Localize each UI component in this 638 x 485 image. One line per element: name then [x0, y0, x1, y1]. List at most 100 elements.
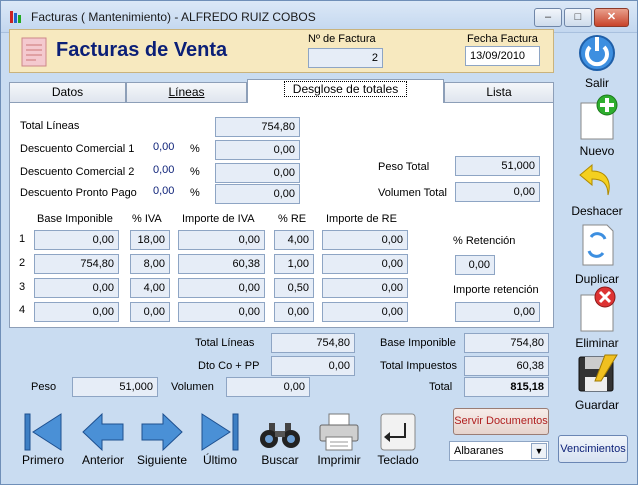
ultimo-label: Último: [202, 453, 237, 467]
printer-icon: [319, 413, 359, 451]
descuento-comercial-2-label: Descuento Comercial 2: [20, 166, 135, 178]
summary-volumen-label: Volumen: [171, 381, 214, 393]
base-imponible-field[interactable]: 0,00: [34, 278, 119, 298]
duplicar-button[interactable]: Duplicar: [567, 221, 627, 286]
summary-impuestos-field[interactable]: 60,38: [464, 356, 549, 376]
base-imponible-field[interactable]: 0,00: [34, 230, 119, 250]
retencion-pct-field[interactable]: 0,00: [455, 255, 495, 275]
descuento-comercial-1-label: Descuento Comercial 1: [20, 143, 135, 155]
invoice-number-label: Nº de Factura: [308, 33, 376, 45]
importe-iva-field[interactable]: 60,38: [178, 254, 265, 274]
summary-peso-label: Peso: [31, 381, 57, 393]
importe-retencion-field[interactable]: 0,00: [455, 302, 540, 322]
tab-lineas[interactable]: Líneas: [126, 82, 247, 102]
app-window: Facturas ( Mantenimiento) - ALFREDO RUIZ…: [0, 0, 638, 485]
col-header-base: Base Imponible: [37, 213, 113, 225]
minimize-button[interactable]: –: [534, 8, 562, 27]
deshacer-label: Deshacer: [571, 204, 623, 218]
summary-total-field[interactable]: 815,18: [464, 377, 549, 397]
buscar-button[interactable]: Buscar: [255, 411, 305, 467]
chevron-down-icon[interactable]: ▼: [531, 443, 547, 459]
maximize-button[interactable]: □: [564, 8, 592, 27]
importe-re-field[interactable]: 0,00: [322, 278, 408, 298]
buscar-label: Buscar: [261, 453, 299, 467]
power-icon: [579, 35, 615, 71]
duplicar-label: Duplicar: [574, 272, 619, 286]
importe-iva-field[interactable]: 0,00: [178, 278, 265, 298]
re-pct-field[interactable]: 4,00: [274, 230, 314, 250]
pct-sign: %: [190, 187, 200, 199]
base-imponible-field[interactable]: 754,80: [34, 254, 119, 274]
save-disk-icon: [578, 354, 618, 392]
row-number: 3: [19, 281, 26, 293]
re-pct-field[interactable]: 0,00: [274, 302, 314, 322]
base-imponible-field[interactable]: 0,00: [34, 302, 119, 322]
total-lineas-field[interactable]: 754,80: [215, 117, 300, 137]
siguiente-label: Siguiente: [136, 453, 188, 467]
re-pct-field[interactable]: 0,50: [274, 278, 314, 298]
tab-lista[interactable]: Lista: [444, 82, 554, 102]
pct-sign: %: [190, 143, 200, 155]
importe-re-field[interactable]: 0,00: [322, 302, 408, 322]
ultimo-button[interactable]: Último: [195, 411, 245, 467]
close-button[interactable]: ✕: [594, 8, 629, 27]
tab-desglose-totales[interactable]: Desglose de totales: [247, 79, 444, 103]
salir-button[interactable]: Salir: [567, 31, 627, 91]
iva-pct-field[interactable]: 4,00: [130, 278, 170, 298]
teclado-button[interactable]: Teclado: [373, 411, 423, 467]
nuevo-button[interactable]: Nuevo: [567, 93, 627, 158]
primero-button[interactable]: Primero: [15, 411, 71, 467]
row-number: 4: [19, 304, 26, 316]
row-number: 2: [19, 257, 26, 269]
summary-dto-field[interactable]: 0,00: [271, 356, 355, 376]
summary-volumen-field[interactable]: 0,00: [226, 377, 310, 397]
documento-select-value: Albaranes: [454, 445, 504, 457]
importe-re-field[interactable]: 0,00: [322, 254, 408, 274]
first-record-icon: [24, 413, 62, 451]
invoice-document-icon: [21, 37, 47, 67]
last-record-icon: [201, 413, 239, 451]
importe-iva-field[interactable]: 0,00: [178, 302, 265, 322]
documento-select[interactable]: Albaranes ▼: [449, 441, 549, 461]
re-pct-field[interactable]: 1,00: [274, 254, 314, 274]
servir-documentos-button[interactable]: Servir Documentos: [453, 408, 549, 435]
nuevo-label: Nuevo: [579, 144, 615, 158]
col-header-importe-re: Importe de RE: [326, 213, 397, 225]
descuento-comercial-2-field[interactable]: 0,00: [215, 163, 300, 183]
descuento-comercial-1-field[interactable]: 0,00: [215, 140, 300, 160]
invoice-number-field[interactable]: 2: [308, 48, 383, 68]
iva-pct-field[interactable]: 18,00: [130, 230, 170, 250]
delete-document-icon: [580, 286, 616, 332]
anterior-button[interactable]: Anterior: [75, 411, 131, 467]
summary-base-field[interactable]: 754,80: [464, 333, 549, 353]
keyboard-enter-key-icon: [380, 413, 416, 451]
descuento-pronto-pago-field[interactable]: 0,00: [215, 184, 300, 204]
summary-total-lineas-label: Total Líneas: [195, 337, 255, 349]
iva-pct-field[interactable]: 0,00: [130, 302, 170, 322]
siguiente-button[interactable]: Siguiente: [133, 411, 191, 467]
volumen-total-field[interactable]: 0,00: [455, 182, 540, 202]
vencimientos-button[interactable]: Vencimientos: [558, 435, 628, 463]
guardar-button[interactable]: Guardar: [567, 351, 627, 413]
imprimir-button[interactable]: Imprimir: [313, 411, 365, 467]
deshacer-button[interactable]: Deshacer: [567, 159, 627, 218]
window-title: Facturas ( Mantenimiento) - ALFREDO RUIZ…: [31, 10, 316, 24]
new-document-icon: [580, 94, 618, 140]
eliminar-button[interactable]: Eliminar: [567, 285, 627, 350]
peso-total-label: Peso Total: [378, 161, 430, 173]
summary-dto-label: Dto Co + PP: [198, 360, 260, 372]
iva-pct-field[interactable]: 8,00: [130, 254, 170, 274]
col-header-re: % RE: [278, 213, 307, 225]
summary-total-lineas-field[interactable]: 754,80: [271, 333, 355, 353]
summary-total-label: Total: [429, 381, 453, 393]
importe-re-field[interactable]: 0,00: [322, 230, 408, 250]
summary-peso-field[interactable]: 51,000: [72, 377, 158, 397]
previous-arrow-icon: [82, 412, 124, 452]
peso-total-field[interactable]: 51,000: [455, 156, 540, 176]
invoice-date-field[interactable]: 13/09/2010: [465, 46, 540, 66]
tab-bar: Datos Líneas Desglose de totales Lista: [9, 79, 554, 103]
eliminar-label: Eliminar: [575, 336, 619, 350]
importe-iva-field[interactable]: 0,00: [178, 230, 265, 250]
tab-datos[interactable]: Datos: [9, 82, 126, 102]
row-number: 1: [19, 233, 26, 245]
